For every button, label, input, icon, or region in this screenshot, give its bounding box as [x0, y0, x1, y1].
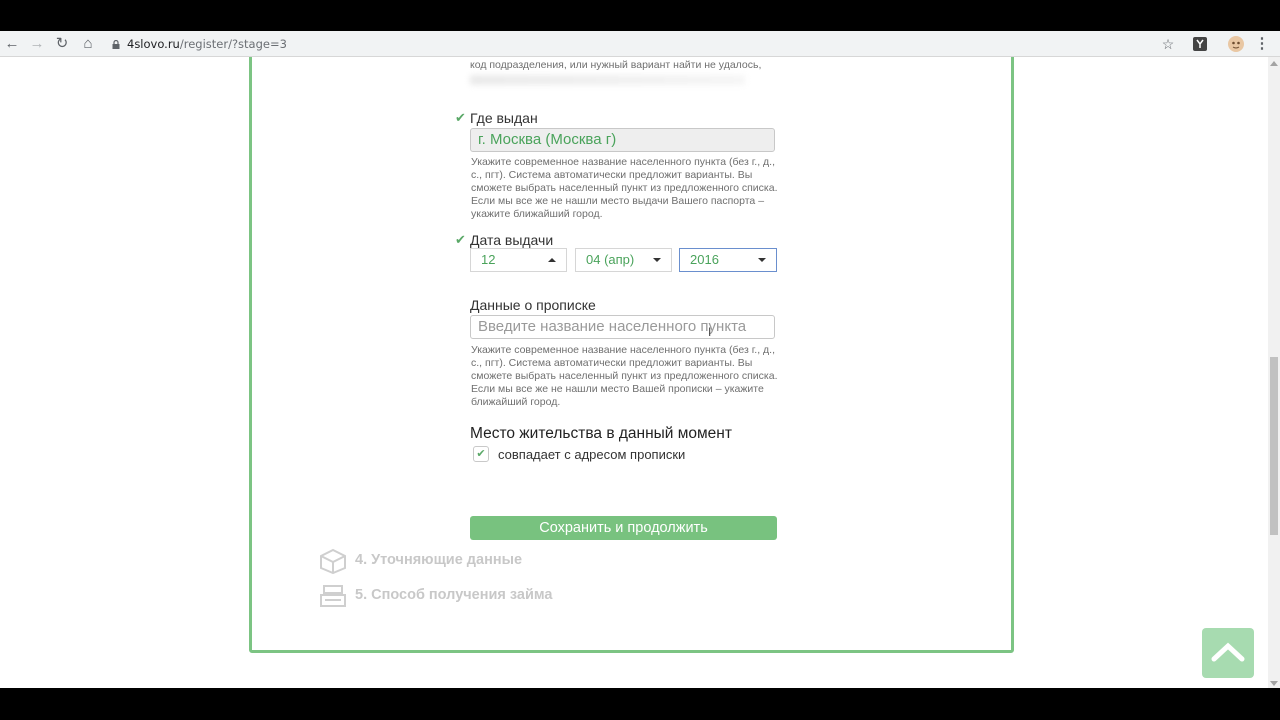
- cash-register-icon: [320, 585, 346, 607]
- scroll-to-top-button[interactable]: [1202, 628, 1254, 678]
- blurred-text: [470, 75, 745, 85]
- url-domain: 4slovo.ru: [127, 37, 180, 51]
- caret-down-icon: [758, 258, 766, 262]
- reload-icon[interactable]: ↻: [52, 34, 72, 54]
- back-arrow-icon[interactable]: ←: [2, 34, 22, 54]
- save-continue-button[interactable]: Сохранить и продолжить: [470, 516, 777, 540]
- profile-avatar-icon[interactable]: [1226, 34, 1246, 54]
- address-bar[interactable]: 4slovo.ru/register/?stage=3: [112, 35, 287, 53]
- chevron-up-icon: [1211, 642, 1245, 662]
- checkmark-icon: ✔: [455, 232, 466, 247]
- scroll-up-arrow-icon[interactable]: [1270, 61, 1278, 66]
- issue-year-select[interactable]: 2016: [679, 248, 777, 272]
- box-icon: [320, 548, 346, 574]
- step-5-title: 5. Способ получения займа: [355, 587, 553, 603]
- extension-icon[interactable]: [1190, 34, 1210, 54]
- issued-where-input[interactable]: г. Москва (Москва г): [470, 128, 775, 152]
- issue-date-label: Дата выдачи: [470, 232, 554, 248]
- same-address-label[interactable]: совпадает с адресом прописки: [498, 447, 685, 462]
- scroll-down-arrow-icon[interactable]: [1270, 681, 1278, 686]
- previous-field-hint: код подразделения, или нужный вариант на…: [470, 59, 762, 71]
- registration-hint: Укажите современное название населенного…: [471, 344, 778, 408]
- checkmark-icon: ✔: [476, 448, 486, 460]
- residence-title: Место жительства в данный момент: [470, 425, 732, 442]
- caret-up-icon: [548, 258, 556, 262]
- issued-where-hint: Укажите современное название населенного…: [471, 156, 778, 220]
- bookmark-star-icon[interactable]: ☆: [1158, 34, 1178, 54]
- home-icon[interactable]: ⌂: [78, 34, 98, 54]
- window-bottom-bar: [0, 688, 1280, 720]
- issue-day-select[interactable]: 12: [470, 248, 567, 272]
- registration-input[interactable]: Введите название населенного пункта: [470, 315, 775, 339]
- issue-year-value: 2016: [690, 252, 719, 267]
- issue-day-value: 12: [481, 252, 496, 267]
- issued-where-label: Где выдан: [470, 110, 538, 126]
- lock-icon: [112, 40, 120, 49]
- forward-arrow-icon[interactable]: →: [27, 34, 47, 54]
- caret-down-icon: [653, 258, 661, 262]
- same-address-checkbox[interactable]: ✔: [473, 446, 489, 462]
- browser-toolbar: ← → ↻ ⌂ 4slovo.ru/register/?stage=3 ☆ ⋮: [0, 31, 1280, 57]
- step-4-title: 4. Уточняющие данные: [355, 552, 523, 568]
- url-path: /register/?stage=3: [179, 37, 287, 51]
- scroll-thumb[interactable]: [1270, 357, 1278, 535]
- page-scrollbar[interactable]: [1268, 57, 1280, 688]
- menu-kebab-icon[interactable]: ⋮: [1252, 34, 1272, 54]
- window-top-bar: [0, 0, 1280, 31]
- issue-month-value: 04 (апр): [586, 252, 635, 267]
- issue-month-select[interactable]: 04 (апр): [575, 248, 672, 272]
- checkmark-icon: ✔: [455, 110, 466, 125]
- text-cursor-icon: I: [708, 325, 712, 339]
- registration-label: Данные о прописке: [470, 297, 596, 313]
- web-page: код подразделения, или нужный вариант на…: [0, 57, 1268, 688]
